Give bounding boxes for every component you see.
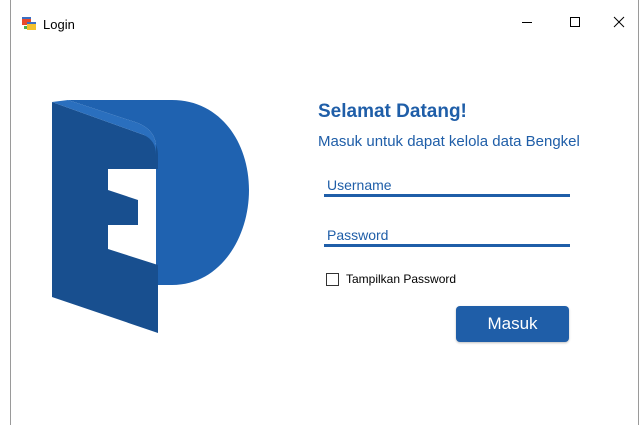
- login-button[interactable]: Masuk: [456, 306, 569, 342]
- app-form-icon[interactable]: [21, 15, 37, 31]
- login-window: Login Selamat Datang! Masuk untuk dapat …: [10, 0, 639, 425]
- show-password-checkbox[interactable]: [326, 272, 339, 286]
- window-title: Login: [43, 17, 75, 32]
- brand-logo-icon: [52, 97, 252, 337]
- password-field[interactable]: [324, 225, 570, 247]
- maximize-icon: [569, 16, 581, 28]
- show-password-label[interactable]: Tampilkan Password: [346, 272, 456, 286]
- close-button[interactable]: [600, 6, 638, 38]
- username-field[interactable]: [324, 175, 570, 197]
- show-password-row[interactable]: Tampilkan Password: [326, 271, 456, 287]
- welcome-heading: Selamat Datang!: [318, 101, 467, 122]
- close-icon: [613, 16, 625, 28]
- minimize-icon: [521, 16, 533, 28]
- subtitle-text: Masuk untuk dapat kelola data Bengkel: [318, 133, 580, 150]
- title-bar[interactable]: Login: [11, 0, 638, 44]
- minimize-button[interactable]: [504, 6, 550, 38]
- maximize-button[interactable]: [552, 6, 598, 38]
